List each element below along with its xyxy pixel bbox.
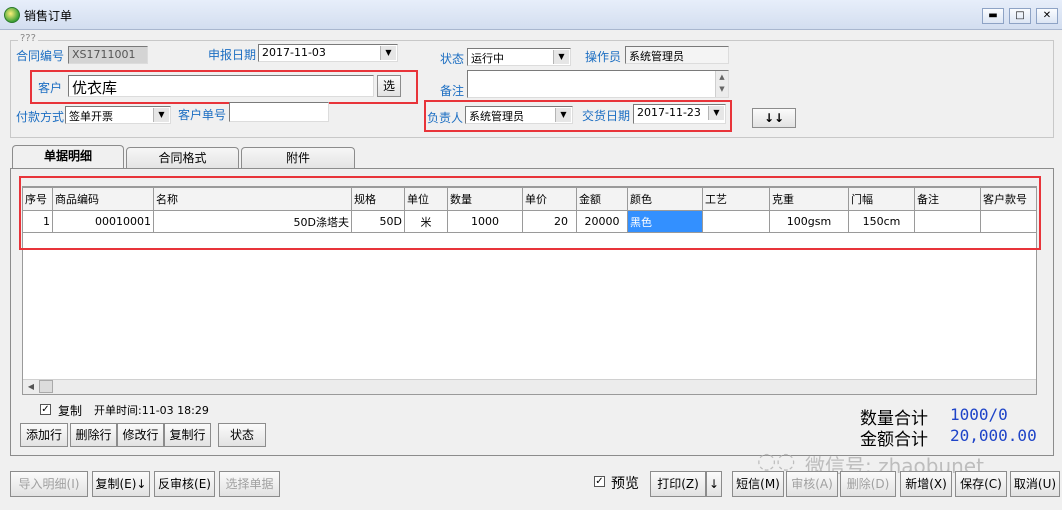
dropdown-arrow-icon[interactable]: ▼	[153, 108, 169, 122]
status-value: 运行中	[471, 52, 504, 65]
contract-no-field[interactable]: XS1711001	[68, 46, 148, 64]
delete-button[interactable]: 删除(D)	[840, 471, 896, 497]
customer-field[interactable]: 优衣库	[68, 75, 374, 97]
operator-label: 操作员	[585, 50, 622, 64]
add-row-button[interactable]: 添加行	[20, 423, 68, 447]
edit-row-button[interactable]: 修改行	[117, 423, 164, 447]
arrow-down-button[interactable]: ↓↓	[752, 108, 796, 128]
unapprove-button[interactable]: 反审核(E)	[154, 471, 215, 497]
app-logo-icon	[4, 7, 20, 23]
tab-contract-format[interactable]: 合同格式	[126, 147, 239, 168]
select-document-button[interactable]: 选择单据	[219, 471, 280, 497]
copy-button[interactable]: 复制(E)↓	[92, 471, 150, 497]
save-button[interactable]: 保存(C)	[955, 471, 1007, 497]
print-menu-button[interactable]: ↓	[706, 471, 722, 497]
window-title: 销售订单	[24, 9, 73, 23]
payment-combo[interactable]: 签单开票 ▼	[65, 106, 171, 124]
new-button[interactable]: 新增(X)	[900, 471, 952, 497]
print-button[interactable]: 打印(Z)	[650, 471, 706, 497]
approve-button[interactable]: 审核(A)	[786, 471, 838, 497]
amount-total-label: 金额合计	[860, 430, 928, 450]
customer-label: 客户	[38, 81, 63, 95]
contract-no-label: 合同编号	[16, 49, 65, 63]
import-detail-button[interactable]: 导入明细(I)	[10, 471, 88, 497]
dropdown-arrow-icon[interactable]: ▼	[708, 106, 724, 120]
table-highlight	[19, 176, 1041, 250]
tab-attachment[interactable]: 附件	[241, 147, 355, 168]
customer-select-button[interactable]: 选	[377, 75, 401, 97]
cancel-button[interactable]: 取消(U)	[1010, 471, 1060, 497]
report-date-value: 2017-11-03	[262, 46, 326, 59]
delivery-date-picker[interactable]: 2017-11-23 ▼	[633, 104, 726, 124]
horizontal-scrollbar[interactable]	[23, 379, 1036, 394]
maximize-icon[interactable]: □	[1009, 8, 1031, 24]
remark-field[interactable]	[467, 70, 729, 98]
dropdown-arrow-icon[interactable]: ▼	[380, 46, 396, 60]
group-label: ???	[18, 33, 38, 44]
dropdown-arrow-icon[interactable]: ▼	[553, 50, 569, 64]
operator-field[interactable]: 系统管理员	[625, 46, 729, 64]
preview-checkbox[interactable]: ✓	[594, 476, 605, 487]
title-bar	[0, 0, 1062, 30]
remark-label: 备注	[440, 84, 465, 98]
customer-order-field[interactable]	[229, 102, 329, 122]
copy-checkbox[interactable]: ✓	[40, 404, 51, 415]
copy-checkbox-label: 复制	[58, 404, 83, 418]
delivery-date-label: 交货日期	[582, 109, 631, 123]
amount-total-value: 20,000.00	[950, 426, 1037, 445]
preview-label: 预览	[611, 476, 639, 492]
report-date-label: 申报日期	[208, 48, 257, 62]
remark-scrollbar[interactable]: ▲ ▼	[715, 71, 728, 97]
owner-value: 系统管理员	[469, 110, 524, 123]
scroll-left-icon[interactable]: ◀	[25, 380, 37, 393]
open-time: 开单时间:11-03 18:29	[94, 404, 209, 417]
payment-value: 签单开票	[69, 110, 113, 123]
status-combo[interactable]: 运行中 ▼	[467, 48, 571, 66]
report-date-picker[interactable]: 2017-11-03 ▼	[258, 44, 398, 62]
delivery-date-value: 2017-11-23	[637, 106, 701, 119]
scroll-thumb[interactable]	[39, 380, 53, 393]
status-label: 状态	[440, 52, 465, 66]
close-icon[interactable]: ✕	[1036, 8, 1058, 24]
customer-order-label: 客户单号	[178, 108, 227, 122]
dropdown-arrow-icon[interactable]: ▼	[555, 108, 571, 122]
sms-button[interactable]: 短信(M)	[732, 471, 784, 497]
owner-combo[interactable]: 系统管理员 ▼	[465, 106, 573, 124]
payment-label: 付款方式	[16, 110, 65, 124]
owner-label: 负责人	[427, 111, 464, 125]
copy-row-button[interactable]: 复制行	[164, 423, 211, 447]
minimize-icon[interactable]: ▬	[982, 8, 1004, 24]
tab-detail[interactable]: 单据明细	[12, 145, 124, 169]
qty-total-value: 1000/0	[950, 405, 1008, 424]
status-button[interactable]: 状态	[218, 423, 266, 447]
delete-row-button[interactable]: 删除行	[70, 423, 117, 447]
